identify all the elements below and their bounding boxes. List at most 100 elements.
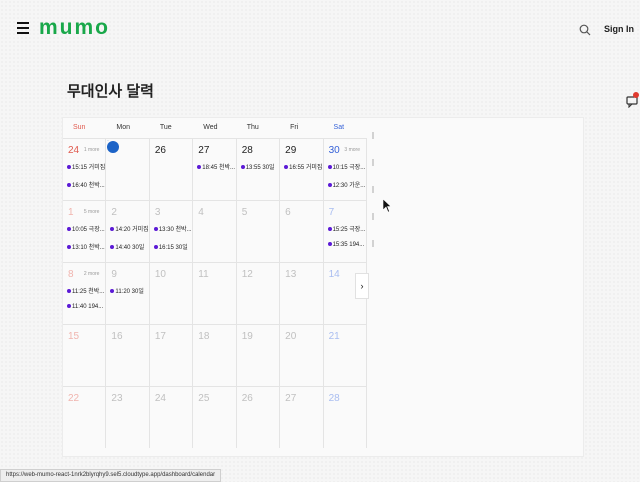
calendar-day-cell[interactable]: 9 11:20 30일 [106,262,150,324]
calendar-day-cell[interactable]: 17 [149,324,194,386]
day-number: 30 [328,145,340,156]
day-number: 28 [328,393,340,404]
calendar-day-cell[interactable]: 22 [63,386,107,448]
calendar-day-cell[interactable]: 29 16:55 거미집 [280,138,324,200]
day-number: 21 [328,331,340,342]
day-number: 27 [285,393,297,404]
calendar-day-cell[interactable]: 28 13:55 30일 [236,138,281,200]
notification-badge [633,92,639,98]
calendar-day-cell[interactable]: 5 [236,200,281,262]
calendar-day-cell[interactable]: 11 [193,262,237,324]
logo[interactable]: mumo [39,16,110,40]
weekday-header: Sun Mon Tue Wed Thu Fri Sat [63,118,367,138]
next-month-button[interactable]: › [355,273,369,299]
weekday-tue: Tue [159,124,172,131]
calendar-event[interactable]: 16:55 거미집 [284,162,322,171]
sign-in-link[interactable]: Sign In [604,24,634,34]
calendar-event[interactable]: 13:30 천박... [154,224,192,233]
calendar-event[interactable]: 15:25 극장... [328,224,366,233]
calendar-day-cell[interactable]: 30 3 more 10:15 극장... 12:30 가운... [323,138,367,200]
day-number: 26 [241,393,253,404]
calendar-day-cell[interactable]: 27 [280,386,324,448]
calendar-event[interactable]: 14:20 거미집 [110,224,148,233]
calendar-day-cell[interactable]: 23 [106,386,150,448]
day-number: 19 [241,331,253,342]
day-number: 17 [154,331,166,342]
day-number: 1 [68,207,74,218]
calendar-day-cell[interactable]: 6 [280,200,324,262]
day-number: 22 [68,393,80,404]
today-marker[interactable]: 25 [107,141,120,153]
day-number: 26 [154,145,166,156]
calendar-day-cell[interactable]: 13 [280,262,324,324]
top-navbar: mumo Sign In [0,0,640,62]
calendar-event[interactable]: 12:30 가운... [328,180,366,189]
day-number: 28 [241,145,253,156]
calendar-day-cell[interactable]: 15 [63,324,107,386]
calendar-event[interactable]: 11:20 30일 [110,286,143,295]
calendar-event[interactable]: 11:40 194... [67,304,103,310]
calendar-day-cell[interactable]: 26 [149,138,194,200]
more-events-link[interactable]: 3 more [344,147,360,153]
calendar-event[interactable]: 18:45 천박... [197,162,235,171]
calendar-day-cell[interactable]: 16 [106,324,150,386]
day-number: 14 [328,269,340,280]
calendar-day-cell[interactable]: 28 [323,386,367,448]
calendar-panel: Sun Mon Tue Wed Thu Fri Sat 24 1 more 15:15 거미집 1… [62,117,584,457]
more-events-link[interactable]: 5 more [84,209,100,215]
day-number: 9 [111,269,117,280]
day-number: 6 [285,207,291,218]
page-title: 무대인사 달력 [67,83,154,100]
calendar-day-cell[interactable]: 20 [280,324,324,386]
calendar-day-cell[interactable]: 24 1 more 15:15 거미집 16:40 천박... [63,138,107,200]
calendar-event[interactable]: 15:35 194... [328,242,365,248]
calendar-day-cell[interactable]: 18 [193,324,237,386]
day-number: 11 [198,269,209,280]
day-number: 25 [198,393,210,404]
day-number: 29 [285,145,297,156]
calendar-day-cell[interactable]: 25 [106,138,150,200]
day-number: 18 [198,331,210,342]
calendar-day-cell[interactable]: 7 15:25 극장... 15:35 194... [323,200,367,262]
day-number: 23 [111,393,123,404]
more-events-link[interactable]: 2 more [84,271,100,277]
calendar-day-cell[interactable]: 27 18:45 천박... [193,138,237,200]
calendar-day-cell[interactable]: 19 [236,324,281,386]
day-number: 12 [241,269,253,280]
calendar-day-cell[interactable]: 2 14:20 거미집 14:40 30일 [106,200,150,262]
calendar-day-cell[interactable]: 25 [193,386,237,448]
day-number: 27 [198,145,210,156]
calendar-day-cell[interactable]: 10 [149,262,194,324]
calendar-day-cell[interactable]: 8 2 more 11:25 천박... 11:40 194... [63,262,107,324]
calendar-event[interactable]: 10:15 극장... [328,162,366,171]
day-number: 24 [68,145,80,156]
calendar-event[interactable]: 16:15 30일 [154,242,188,251]
day-number: 2 [111,207,117,218]
weekday-wed: Wed [203,124,218,131]
status-bar-url: https://web-mumo-react-1nrk2blyrqhy9.sel… [0,469,222,482]
day-number: 4 [198,207,204,218]
calendar-day-cell[interactable]: 24 [149,386,194,448]
calendar-event[interactable]: 16:40 천박... [67,180,105,189]
weekday-mon: Mon [116,124,131,131]
calendar-event[interactable]: 11:25 천박... [67,286,104,295]
chat-icon[interactable] [625,92,640,108]
day-number: 3 [154,207,161,218]
calendar-event[interactable]: 13:55 30일 [241,162,275,171]
day-number: 10 [154,269,166,280]
more-events-link[interactable]: 1 more [84,147,100,153]
search-icon[interactable] [579,24,591,36]
calendar-event[interactable]: 14:40 30일 [110,242,144,251]
calendar-event[interactable]: 15:15 거미집 [67,162,105,171]
weekday-thu: Thu [246,124,259,131]
calendar-event[interactable]: 10:05 극장... [67,224,105,233]
scroll-indicator[interactable] [372,132,374,267]
calendar-day-cell[interactable]: 26 [236,386,281,448]
hamburger-icon[interactable] [17,22,29,34]
calendar-event[interactable]: 13:10 천박... [67,242,105,251]
calendar-day-cell[interactable]: 12 [236,262,281,324]
calendar-day-cell[interactable]: 21 [323,324,367,386]
calendar-day-cell[interactable]: 3 13:30 천박... 16:15 30일 [149,200,194,262]
calendar-day-cell[interactable]: 1 5 more 10:05 극장... 13:10 천박... [63,200,107,262]
calendar-day-cell[interactable]: 4 [193,200,237,262]
